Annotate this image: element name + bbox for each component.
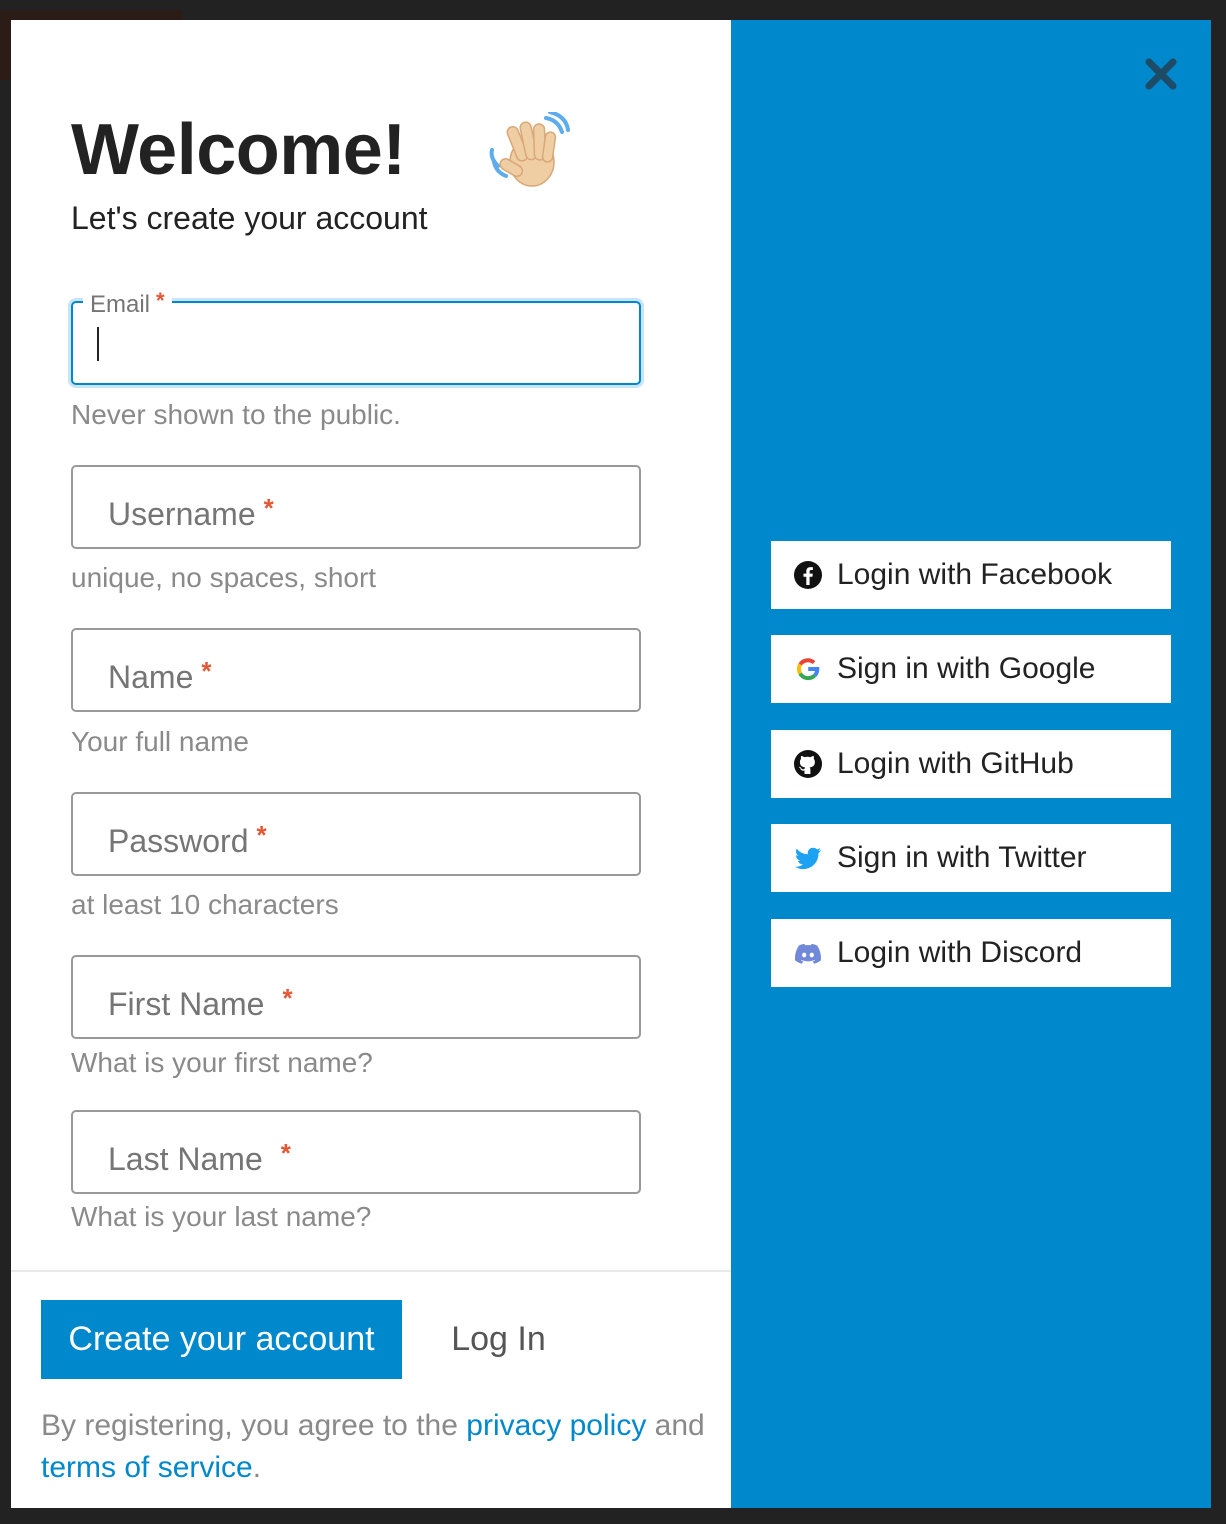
password-field[interactable]: Password *: [71, 792, 641, 876]
footer-divider: [11, 1270, 731, 1272]
email-field[interactable]: Email *: [71, 287, 641, 385]
log-in-button[interactable]: Log In: [426, 1300, 571, 1379]
required-marker: *: [156, 288, 165, 313]
google-login-label: Sign in with Google: [837, 652, 1096, 685]
text-caret: [97, 327, 99, 361]
legal-and: and: [654, 1409, 705, 1442]
email-label: Email *: [83, 287, 172, 319]
first-name-hint: What is your first name?: [71, 1047, 373, 1078]
github-login-label: Login with GitHub: [837, 747, 1074, 780]
github-icon: [793, 749, 823, 779]
legal-notice: By registering, you agree to the privacy…: [41, 1405, 721, 1489]
last-name-field[interactable]: Last Name *: [71, 1110, 641, 1194]
required-marker: *: [280, 1138, 291, 1168]
required-marker: *: [256, 820, 267, 850]
signup-form-pane: Welcome! Let's create your account Email…: [11, 20, 731, 1508]
privacy-policy-link[interactable]: privacy policy: [466, 1409, 646, 1442]
google-login-button[interactable]: Sign in with Google: [771, 635, 1171, 703]
discord-icon: [793, 938, 823, 968]
github-login-button[interactable]: Login with GitHub: [771, 730, 1171, 798]
username-hint: unique, no spaces, short: [71, 562, 377, 593]
required-marker: *: [263, 493, 274, 523]
required-marker: *: [201, 656, 212, 686]
signup-modal: Welcome! Let's create your account Email…: [11, 20, 1211, 1508]
twitter-login-label: Sign in with Twitter: [837, 841, 1087, 874]
first-name-placeholder: First Name *: [108, 983, 293, 1022]
name-hint: Your full name: [71, 726, 249, 757]
google-icon: [793, 654, 823, 684]
legal-prefix: By registering, you agree to the: [41, 1409, 458, 1442]
password-placeholder: Password *: [108, 820, 267, 859]
last-name-hint: What is your last name?: [71, 1201, 372, 1232]
twitter-icon: [793, 843, 823, 873]
email-hint: Never shown to the public.: [71, 399, 401, 430]
required-marker: *: [282, 983, 293, 1013]
social-login-pane: Login with Facebook Sign in with Google: [731, 20, 1211, 1508]
facebook-icon: [793, 560, 823, 590]
create-account-button[interactable]: Create your account: [41, 1300, 402, 1379]
waving-hand-icon: [489, 112, 570, 187]
legal-end: .: [252, 1451, 262, 1484]
last-name-placeholder: Last Name *: [108, 1138, 291, 1177]
page-subtitle: Let's create your account: [71, 200, 428, 236]
twitter-login-button[interactable]: Sign in with Twitter: [771, 824, 1171, 892]
discord-login-label: Login with Discord: [837, 936, 1083, 969]
page-title: Welcome!: [71, 110, 406, 190]
username-placeholder: Username *: [108, 493, 274, 532]
password-hint: at least 10 characters: [71, 889, 339, 920]
name-placeholder: Name *: [108, 656, 212, 695]
facebook-login-label: Login with Facebook: [837, 558, 1113, 591]
discord-login-button[interactable]: Login with Discord: [771, 919, 1171, 987]
first-name-field[interactable]: First Name *: [71, 955, 641, 1039]
terms-of-service-link[interactable]: terms of service: [41, 1451, 253, 1484]
name-field[interactable]: Name *: [71, 628, 641, 712]
close-icon[interactable]: [1141, 54, 1181, 94]
username-field[interactable]: Username *: [71, 465, 641, 549]
facebook-login-button[interactable]: Login with Facebook: [771, 541, 1171, 609]
